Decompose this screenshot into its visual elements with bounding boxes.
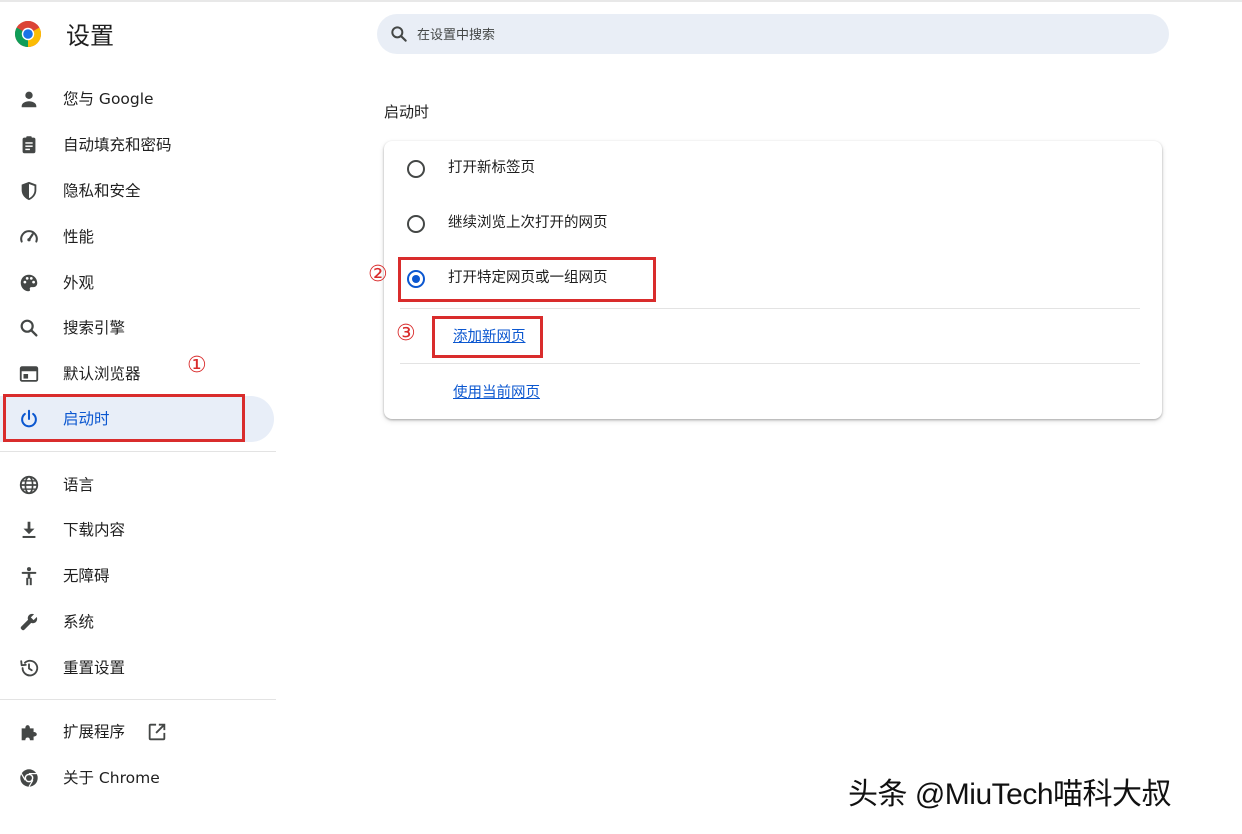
use-current-pages-link[interactable]: 使用当前网页 [453, 383, 540, 403]
accessibility-icon [18, 565, 40, 587]
open-in-new-icon [146, 721, 168, 743]
radio-button[interactable] [407, 215, 425, 233]
sidebar-item-performance[interactable]: 性能 [0, 214, 274, 260]
sidebar-item-downloads[interactable]: 下载内容 [0, 507, 274, 553]
globe-icon [18, 474, 40, 496]
sidebar-item-you-and-google[interactable]: 您与 Google [0, 76, 274, 122]
sidebar-item-label: 重置设置 [63, 659, 126, 677]
search-bar[interactable] [377, 14, 1169, 56]
sidebar-item-label: 系统 [63, 613, 95, 631]
sidebar-item-about-chrome[interactable]: 关于 Chrome [0, 755, 274, 801]
puzzle-icon [18, 721, 40, 743]
sidebar-item-label: 下载内容 [63, 521, 126, 539]
browser-window-icon [18, 363, 40, 385]
watermark: 头条 @MiuTech喵科大叔 [848, 778, 1172, 811]
sidebar-item-label: 性能 [63, 228, 95, 246]
sidebar-item-label: 自动填充和密码 [63, 136, 172, 154]
radio-label: 继续浏览上次打开的网页 [448, 215, 608, 231]
sidebar-item-label: 您与 Google [63, 90, 154, 108]
annotation-box-specific-pages [398, 257, 656, 302]
sidebar-item-label: 无障碍 [63, 567, 110, 585]
annotation-box-startup [3, 394, 245, 442]
card-divider [400, 363, 1140, 364]
speedometer-icon [18, 226, 40, 248]
sidebar-item-label: 外观 [63, 274, 95, 292]
sidebar-item-label: 关于 Chrome [63, 769, 160, 787]
annotation-number-1: ① [187, 353, 207, 378]
history-icon [18, 657, 40, 679]
sidebar-item-reset-settings[interactable]: 重置设置 [0, 645, 274, 691]
search-icon [18, 317, 40, 339]
section-title: 启动时 [384, 103, 430, 121]
radio-continue-where-left-off[interactable]: 继续浏览上次打开的网页 [384, 196, 1162, 251]
sidebar-item-label: 隐私和安全 [63, 182, 141, 200]
sidebar-item-label: 默认浏览器 [63, 365, 141, 383]
download-icon [18, 519, 40, 541]
sidebar-item-label: 扩展程序 [63, 723, 126, 741]
card-divider [400, 308, 1140, 309]
sidebar-item-appearance[interactable]: 外观 [0, 260, 274, 306]
sidebar-item-extensions[interactable]: 扩展程序 [0, 709, 274, 755]
sidebar-item-autofill[interactable]: 自动填充和密码 [0, 122, 274, 168]
search-icon [389, 24, 409, 44]
wrench-icon [18, 611, 40, 633]
sidebar-item-system[interactable]: 系统 [0, 599, 274, 645]
annotation-number-2: ② [368, 262, 388, 287]
sidebar-divider [0, 451, 276, 452]
shield-icon [18, 180, 40, 202]
radio-open-new-tab[interactable]: 打开新标签页 [384, 141, 1162, 196]
clipboard-icon [18, 134, 40, 156]
sidebar-item-languages[interactable]: 语言 [0, 462, 274, 508]
radio-button[interactable] [407, 160, 425, 178]
person-icon [18, 88, 40, 110]
sidebar-item-privacy[interactable]: 隐私和安全 [0, 168, 274, 214]
sidebar-item-label: 语言 [63, 476, 95, 494]
sidebar-divider [0, 699, 276, 700]
annotation-number-3: ③ [396, 321, 416, 346]
sidebar-item-label: 搜索引擎 [63, 319, 126, 337]
search-input[interactable] [415, 14, 1119, 56]
annotation-box-add-page [432, 316, 543, 358]
chrome-icon [18, 767, 40, 789]
radio-label: 打开新标签页 [448, 160, 535, 176]
palette-icon [18, 272, 40, 294]
sidebar-item-accessibility[interactable]: 无障碍 [0, 553, 274, 599]
sidebar-item-search-engine[interactable]: 搜索引擎 [0, 305, 274, 351]
sidebar-item-default-browser[interactable]: 默认浏览器 [0, 351, 274, 397]
